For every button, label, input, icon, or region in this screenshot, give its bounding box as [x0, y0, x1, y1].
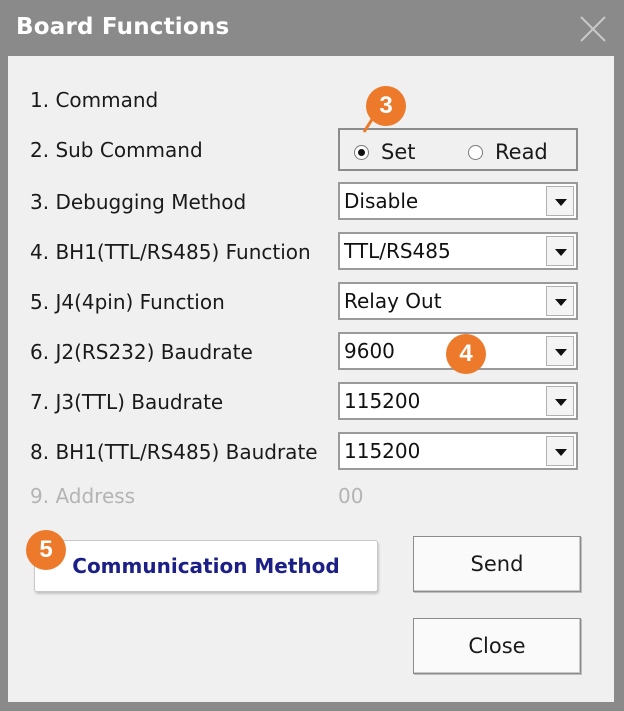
chevron-down-icon[interactable] [546, 186, 574, 216]
communication-method-button[interactable]: Communication Method [34, 540, 378, 592]
label-bh1-function: 4. BH1(TTL/RS485) Function [30, 240, 311, 264]
label-j2-baudrate: 6. J2(RS232) Baudrate [30, 340, 253, 364]
label-command: 1. Command [30, 88, 159, 112]
radio-unselected-icon [468, 144, 483, 160]
annotation-badge-4: 4 [446, 334, 486, 374]
chevron-down-icon[interactable] [546, 286, 574, 316]
bh1-function-value: TTL/RS485 [344, 239, 451, 263]
bh1-baudrate-value: 115200 [344, 439, 421, 463]
label-j4-function: 5. J4(4pin) Function [30, 290, 225, 314]
dialog-body: 1. Command 2. Sub Command 3. Debugging M… [8, 56, 614, 702]
bh1-function-select[interactable]: TTL/RS485 [338, 232, 578, 270]
j4-function-value: Relay Out [344, 289, 442, 313]
label-bh1-baudrate: 8. BH1(TTL/RS485) Baudrate [30, 440, 318, 464]
close-button[interactable]: Close [413, 618, 581, 674]
annotation-badge-5: 5 [26, 530, 66, 570]
radio-read[interactable]: Read [468, 140, 548, 164]
radio-read-label: Read [495, 140, 548, 164]
label-j3-baudrate: 7. J3(TTL) Baudrate [30, 390, 224, 414]
j3-baudrate-value: 115200 [344, 389, 421, 413]
j3-baudrate-select[interactable]: 115200 [338, 382, 578, 420]
radio-set[interactable]: Set [354, 140, 415, 164]
debugging-method-select[interactable]: Disable [338, 182, 578, 220]
radio-selected-icon [354, 144, 369, 160]
label-address: 9. Address [30, 484, 136, 508]
address-value: 00 [338, 484, 364, 508]
board-functions-window: Board Functions 1. Command 2. Sub Comman… [0, 0, 624, 711]
label-debugging-method: 3. Debugging Method [30, 190, 247, 214]
bh1-baudrate-select[interactable]: 115200 [338, 432, 578, 470]
close-x-icon[interactable] [578, 14, 608, 44]
j4-function-select[interactable]: Relay Out [338, 282, 578, 320]
debugging-method-value: Disable [344, 189, 419, 213]
title-bar: Board Functions [0, 0, 624, 56]
chevron-down-icon[interactable] [546, 436, 574, 466]
chevron-down-icon[interactable] [546, 386, 574, 416]
window-title: Board Functions [16, 14, 230, 40]
label-sub-command: 2. Sub Command [30, 138, 203, 162]
annotation-badge-3: 3 [366, 86, 406, 126]
chevron-down-icon[interactable] [546, 336, 574, 366]
radio-set-label: Set [381, 140, 416, 164]
j2-baudrate-value: 9600 [344, 339, 395, 363]
chevron-down-icon[interactable] [546, 236, 574, 266]
send-button[interactable]: Send [413, 536, 581, 592]
